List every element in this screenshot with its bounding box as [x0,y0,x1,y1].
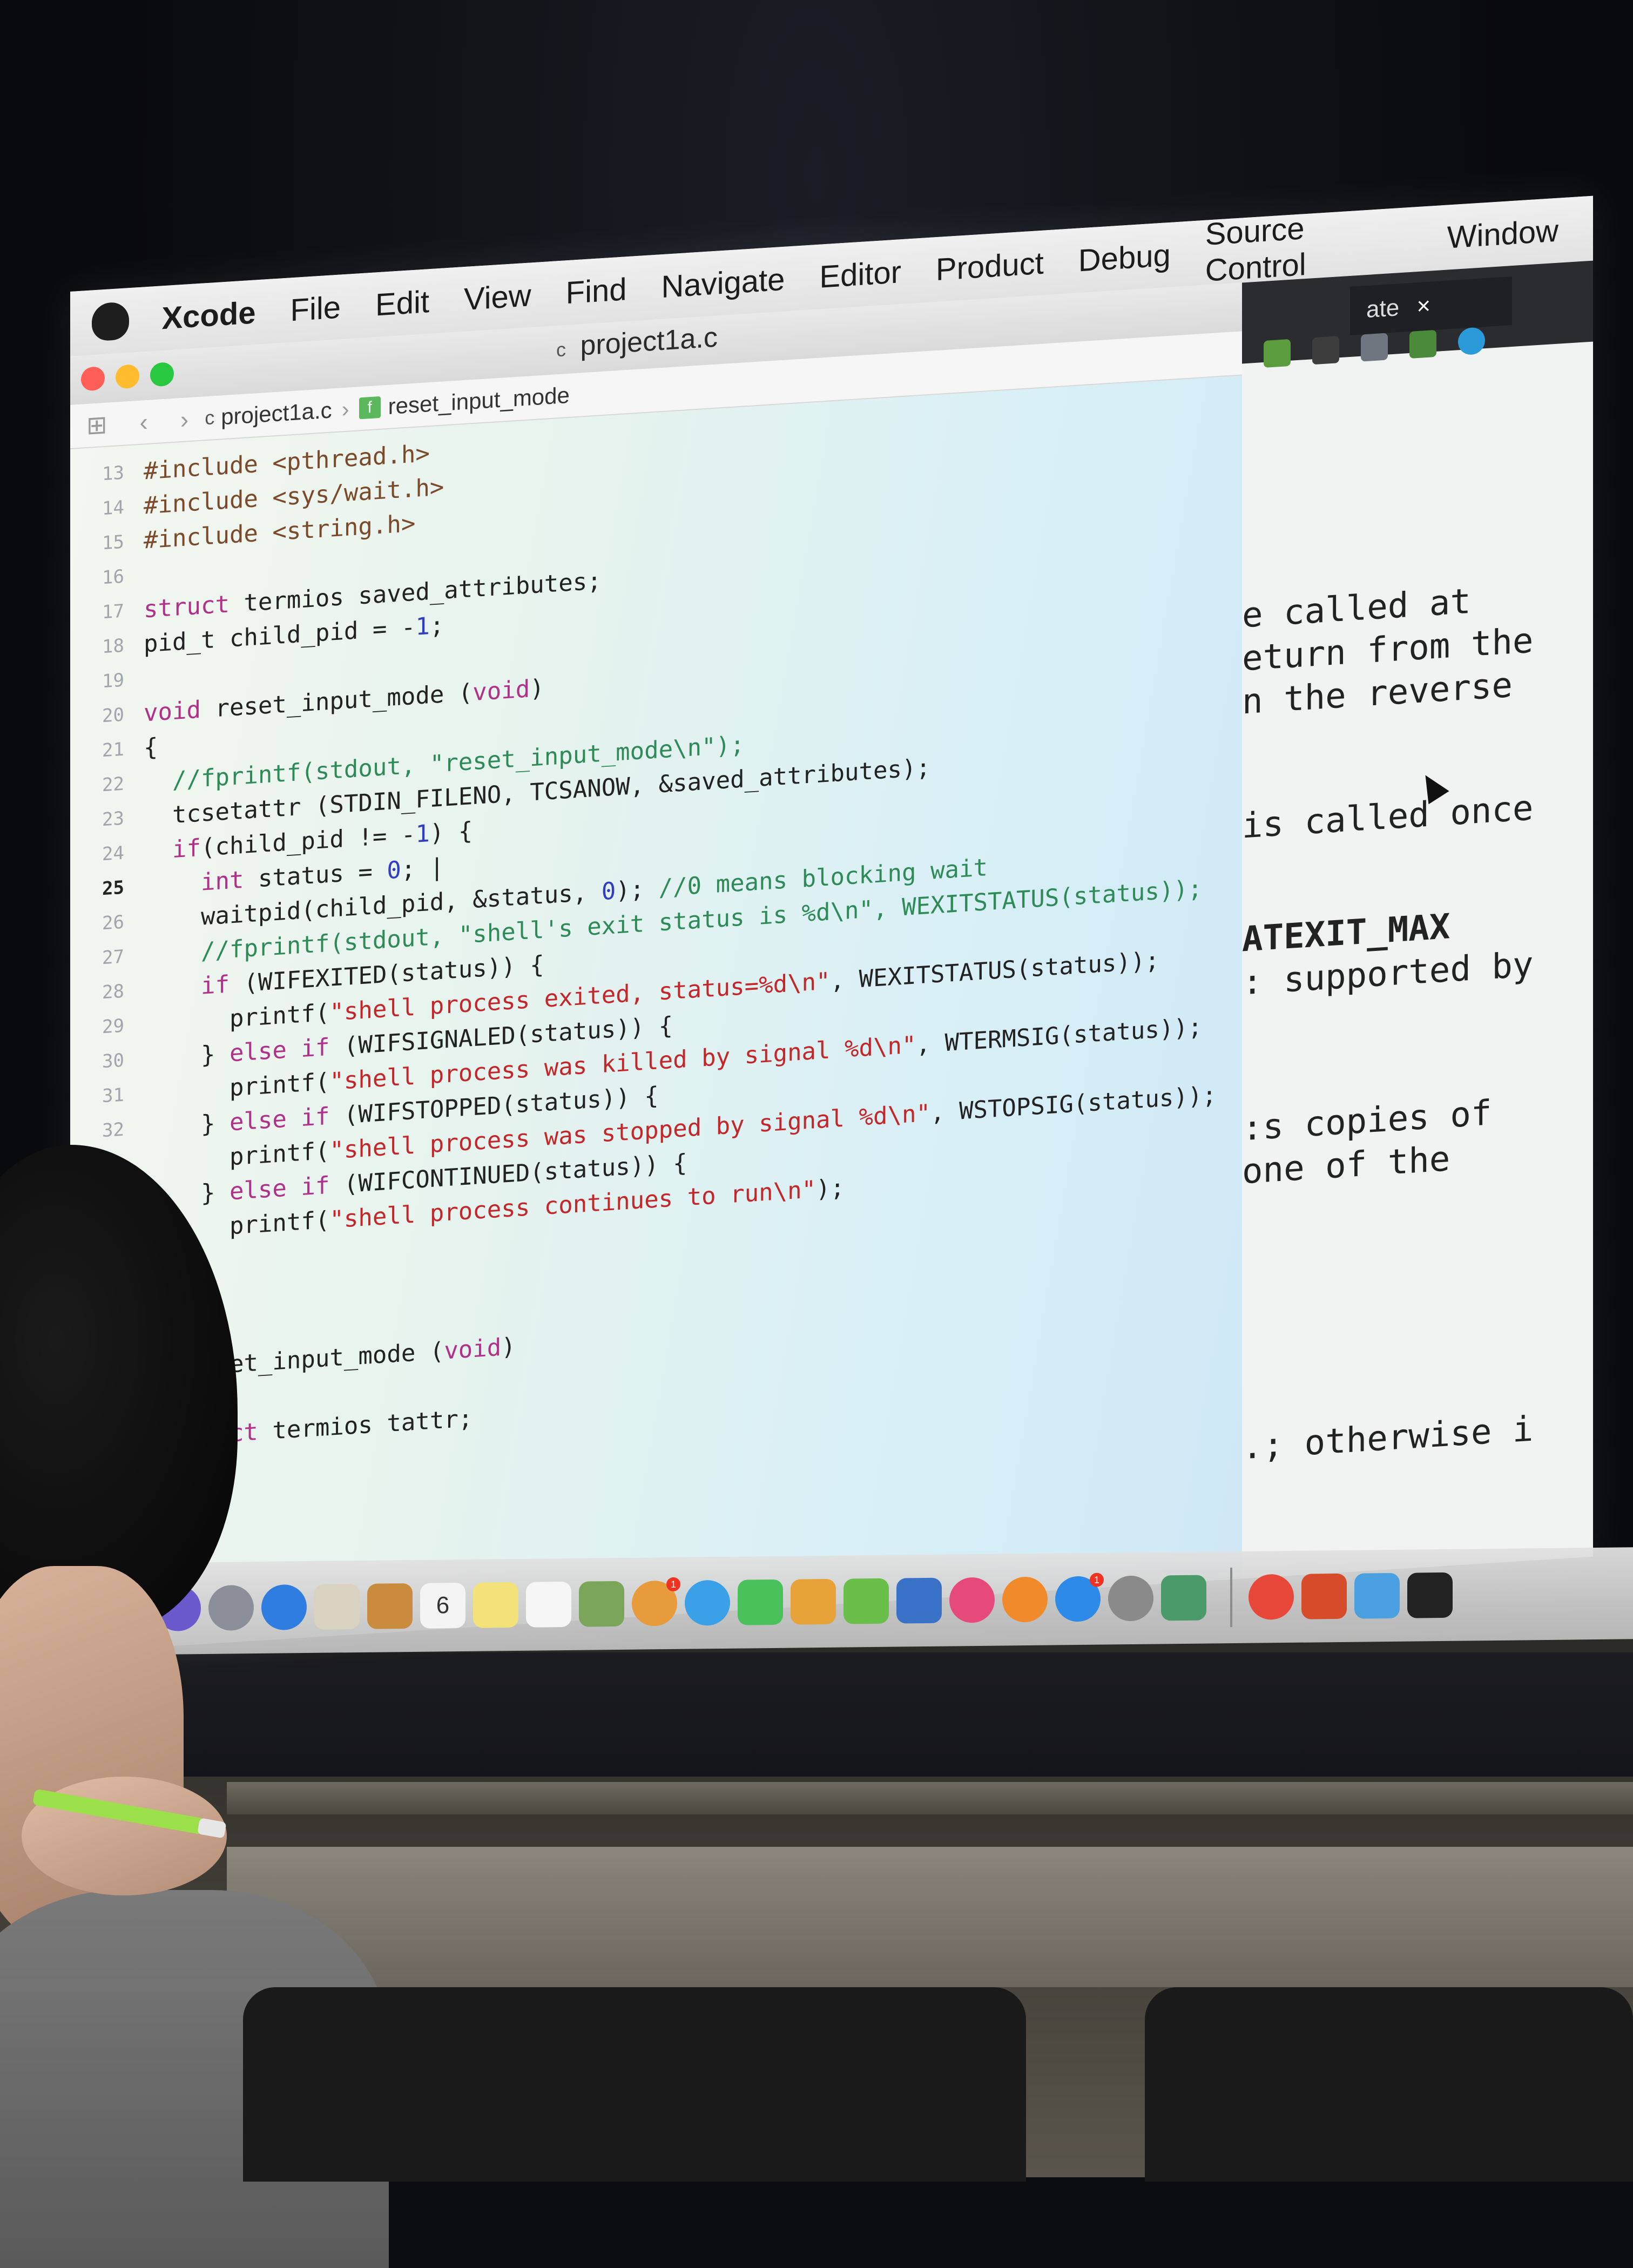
line-number: 30 [102,1049,124,1073]
line-number: 25 [102,876,124,900]
extension-icon[interactable] [1361,333,1388,362]
itunes-icon[interactable] [949,1577,995,1623]
line-number: 19 [102,669,124,693]
function-icon: f [359,396,381,420]
line-number: 18 [102,634,124,658]
close-tab-icon[interactable]: × [1416,293,1430,320]
doc-line: :s copies of [1242,1093,1492,1149]
line-number: 20 [102,704,124,727]
reminders-icon[interactable] [526,1581,571,1628]
forward-arrow-icon[interactable]: › [180,404,188,434]
back-arrow-icon[interactable]: ‹ [140,407,148,437]
line-number: 16 [102,565,124,589]
browser-tab[interactable]: ate × [1350,276,1512,335]
xcode-icon[interactable] [1354,1572,1400,1619]
menu-editor[interactable]: Editor [819,254,901,295]
apple-menu-icon[interactable] [92,301,130,342]
powerpoint-icon[interactable] [1301,1573,1347,1619]
menu-file[interactable]: File [291,289,341,328]
jumpbar-file[interactable]: project1a.c [221,397,332,430]
chevron-right-icon: › [341,396,349,422]
notification-badge: 1 [666,1577,680,1592]
app-store-icon[interactable]: 1 [1055,1572,1104,1622]
calendar-icon[interactable]: 6 [420,1582,465,1629]
line-number: 27 [102,946,124,969]
menu-product[interactable]: Product [936,245,1044,288]
chrome-icon[interactable] [1249,1574,1294,1620]
messages-icon[interactable] [685,1580,730,1626]
window-title: c project1a.c [556,321,718,364]
terminal-icon[interactable] [1407,1572,1453,1618]
line-number: 21 [102,738,124,762]
browser-tab-label: ate [1366,294,1400,323]
jumpbar-function[interactable]: reset_input_mode [388,382,570,420]
contacts-icon[interactable] [367,1583,413,1629]
code-text: { [144,733,158,762]
photo-booth-icon[interactable] [579,1581,624,1627]
line-number: 23 [102,807,124,831]
line-number: 29 [102,1015,124,1038]
line-number: 13 [102,462,124,485]
menu-navigate[interactable]: Navigate [661,261,785,305]
window-title-text: project1a.c [580,321,718,362]
line-number: 28 [102,980,124,1004]
minimize-window-button[interactable] [116,363,139,389]
line-number: 17 [102,600,124,624]
instruments-icon[interactable] [1161,1575,1206,1621]
close-window-button[interactable] [81,366,105,392]
keynote-icon[interactable] [896,1577,942,1624]
doc-line: one of the [1242,1139,1450,1192]
dock-divider [1230,1568,1232,1628]
extension-icon[interactable] [1458,327,1485,356]
mail-stamp-icon[interactable] [314,1583,360,1630]
extension-icon[interactable] [1312,336,1339,365]
extension-icon[interactable] [1264,339,1291,368]
system-preferences-icon[interactable] [1108,1575,1153,1622]
chair-back [1145,1987,1633,2182]
facetime-icon[interactable] [738,1579,783,1625]
student-hair [0,1145,238,1631]
numbers-icon[interactable] [844,1578,889,1624]
line-number: 24 [102,842,124,866]
line-number: 26 [102,911,124,935]
pages-icon[interactable] [791,1578,836,1625]
extension-icon[interactable] [1409,329,1436,359]
wall-board [227,1847,1633,1987]
menu-window[interactable]: Window [1447,212,1558,255]
man-page-window: ate × e called at eturn from the n the r… [1242,260,1593,1579]
notes-icon[interactable] [473,1582,518,1628]
ibooks-icon[interactable] [1002,1576,1048,1623]
doc-line: is called once [1242,788,1534,847]
line-number: 14 [102,496,124,520]
zoom-window-button[interactable] [150,361,174,387]
wall-rail [227,1782,1633,1814]
line-number: 15 [102,531,124,555]
notification-badge: 1 [1090,1572,1104,1587]
menu-view[interactable]: View [464,277,531,318]
doc-line: .; otherwise i [1242,1409,1534,1468]
related-items-icon[interactable]: ⊞ [86,410,107,440]
menu-edit[interactable]: Edit [375,284,429,323]
menu-find[interactable]: Find [566,271,627,311]
menu-app-name[interactable]: Xcode [161,294,255,336]
chair-back [243,1987,1026,2182]
menu-debug[interactable]: Debug [1078,237,1171,279]
line-number: 22 [102,773,124,796]
photos-icon[interactable]: 1 [632,1577,680,1626]
c-file-icon: c [205,406,215,429]
dock: 6 1 1 [81,1547,1633,1656]
c-file-icon: c [556,338,566,361]
